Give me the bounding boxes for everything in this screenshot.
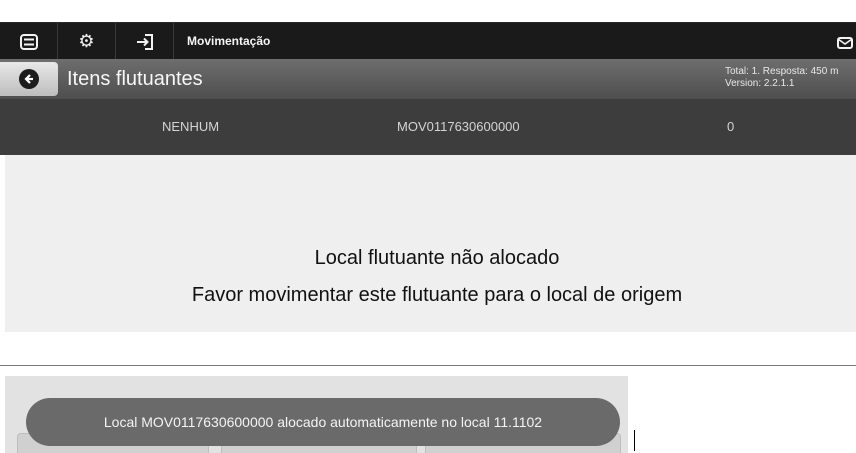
top-toolbar: ⚙ Movimentação [0,22,856,60]
login-button[interactable] [116,23,174,60]
status-message: Local flutuante não alocado [314,247,560,269]
settings-button[interactable]: ⚙ [58,23,116,60]
back-arrow-icon [19,69,39,89]
total-response-text: Total: 1. Resposta: 450 m [725,66,839,77]
divider [0,365,856,366]
text-cursor [634,430,635,451]
mail-icon [837,36,853,49]
menu-button[interactable] [0,23,58,60]
toast-notification: Local MOV0117630600000 alocado automatic… [26,398,620,446]
response-info: Total: 1. Resposta: 450 m Version: 2.2.1… [725,66,838,90]
page-title: Itens flutuantes [67,68,203,90]
table-row[interactable]: NENHUM MOV0117630600000 0 [0,99,856,155]
instruction-message: Favor movimentar este flutuante para o l… [191,284,683,306]
row-cell-quantity: 0 [727,119,735,134]
bottom-area: Local MOV0117630600000 alocado automatic… [5,376,628,453]
back-button[interactable] [0,62,58,96]
message-panel: Local flutuante não alocado Favor movime… [5,155,856,332]
row-cell-local: NENHUM [162,119,220,134]
login-icon [136,33,153,50]
row-cell-code: MOV0117630600000 [397,119,520,134]
page-header: Itens flutuantes Total: 1. Resposta: 450… [0,59,856,99]
version-text: Version: 2.2.1.1 [725,78,795,89]
menu-icon [19,33,38,50]
app-title: Movimentação [187,34,271,48]
gear-icon: ⚙ [78,31,95,51]
mail-button[interactable] [834,23,856,60]
